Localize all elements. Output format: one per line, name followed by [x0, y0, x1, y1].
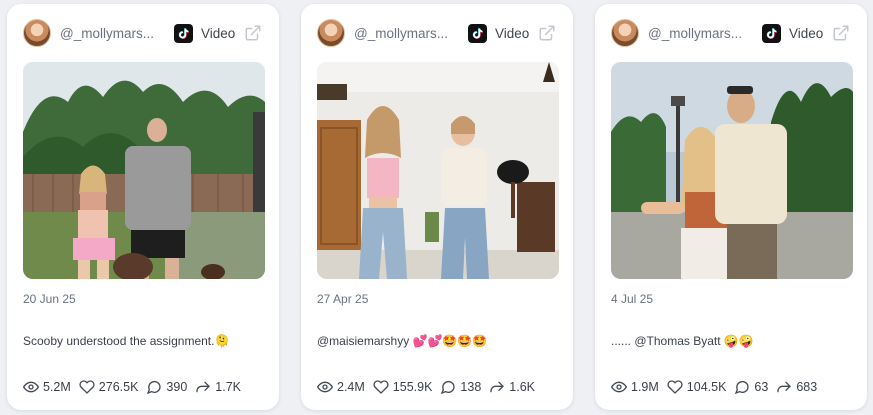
post-card[interactable]: @_mollymars... Video — [7, 4, 279, 410]
comments-stat: 390 — [146, 379, 187, 395]
heart-icon — [373, 380, 389, 394]
shares-count: 1.6K — [509, 380, 535, 394]
author-handle[interactable]: @_mollymars... — [60, 26, 160, 41]
shares-stat: 683 — [776, 379, 817, 395]
external-link-icon[interactable] — [538, 24, 556, 42]
share-icon — [196, 381, 210, 393]
likes-stat: 104.5K — [667, 379, 727, 395]
share-icon — [777, 381, 791, 393]
post-thumbnail[interactable] — [317, 62, 559, 279]
author-handle[interactable]: @_mollymars... — [648, 26, 748, 41]
comment-icon — [735, 380, 750, 395]
comments-count: 138 — [460, 380, 482, 394]
likes-count: 155.9K — [392, 380, 433, 394]
post-stats: 1.9M 104.5K 63 683 — [611, 378, 857, 396]
shares-stat: 1.6K — [489, 379, 535, 395]
post-stats: 2.4M 155.9K 138 1.6K — [317, 378, 563, 396]
post-caption: Scooby understood the assignment.🫠 — [23, 334, 230, 348]
views-count: 5.2M — [43, 380, 71, 394]
post-stats: 5.2M 276.5K 390 1.7K — [23, 378, 269, 396]
tiktok-icon — [174, 23, 193, 43]
likes-stat: 276.5K — [79, 379, 139, 395]
post-header: @_mollymars... Video — [23, 18, 265, 48]
post-type-label: Video — [789, 25, 824, 41]
post-thumbnail[interactable] — [23, 62, 265, 279]
comments-stat: 138 — [440, 379, 481, 395]
eye-icon — [23, 381, 39, 393]
tiktok-icon — [468, 23, 487, 43]
likes-count: 104.5K — [686, 380, 727, 394]
tiktok-icon — [762, 23, 781, 43]
shares-count: 683 — [796, 380, 818, 394]
post-date: 27 Apr 25 — [317, 292, 369, 306]
likes-stat: 155.9K — [373, 379, 433, 395]
heart-icon — [79, 380, 95, 394]
likes-count: 276.5K — [98, 380, 139, 394]
avatar[interactable] — [317, 19, 345, 47]
eye-icon — [611, 381, 627, 393]
post-thumbnail[interactable] — [611, 62, 853, 279]
comment-icon — [441, 380, 456, 395]
views-stat: 1.9M — [611, 379, 659, 395]
views-stat: 5.2M — [23, 379, 71, 395]
shares-stat: 1.7K — [195, 379, 241, 395]
comments-count: 63 — [754, 380, 769, 394]
post-type-label: Video — [201, 25, 236, 41]
post-card[interactable]: @_mollymars... Video — [301, 4, 573, 410]
post-date: 4 Jul 25 — [611, 292, 654, 306]
share-icon — [490, 381, 504, 393]
post-card[interactable]: @_mollymars... Video 4 Jul 25 ...... @Th… — [595, 4, 867, 410]
external-link-icon[interactable] — [832, 24, 850, 42]
post-header: @_mollymars... Video — [611, 18, 853, 48]
comments-stat: 63 — [734, 379, 768, 395]
post-caption: ...... @Thomas Byatt 🤪🤪 — [611, 334, 754, 348]
post-header: @_mollymars... Video — [317, 18, 559, 48]
views-stat: 2.4M — [317, 379, 365, 395]
post-caption: @maisiemarshyy 💕💕🤩🤩🤩 — [317, 334, 488, 348]
post-date: 20 Jun 25 — [23, 292, 76, 306]
external-link-icon[interactable] — [244, 24, 262, 42]
post-type-label: Video — [495, 25, 530, 41]
shares-count: 1.7K — [215, 380, 241, 394]
views-count: 2.4M — [337, 380, 365, 394]
views-count: 1.9M — [631, 380, 659, 394]
avatar[interactable] — [23, 19, 51, 47]
avatar[interactable] — [611, 19, 639, 47]
author-handle[interactable]: @_mollymars... — [354, 26, 454, 41]
comments-count: 390 — [166, 380, 188, 394]
comment-icon — [147, 380, 162, 395]
heart-icon — [667, 380, 683, 394]
eye-icon — [317, 381, 333, 393]
